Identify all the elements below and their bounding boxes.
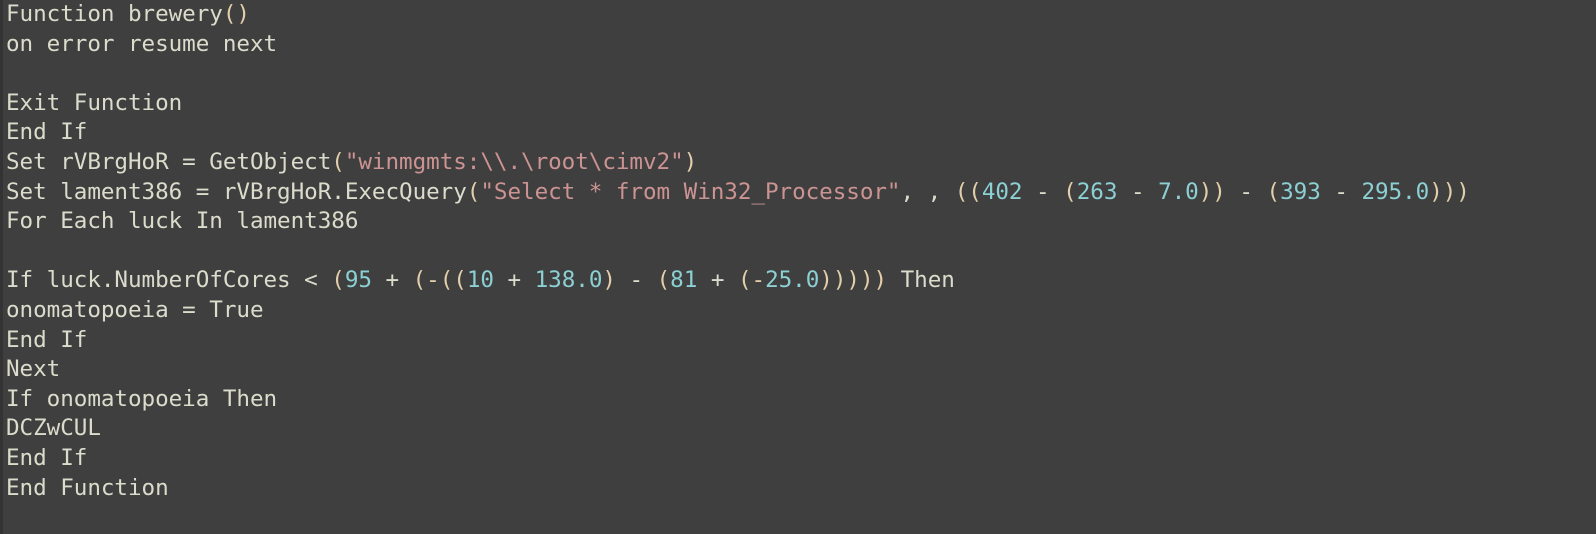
parenthesis: ( xyxy=(331,267,345,294)
code-line[interactable]: Exit Function xyxy=(6,89,1470,119)
code-text: If luck.NumberOfCores < xyxy=(6,267,332,294)
code-line[interactable]: Function brewery() xyxy=(6,0,1470,30)
code-text: End If xyxy=(6,444,88,471)
number-literal: 95 xyxy=(344,267,372,294)
code-text: For Each luck In lament386 xyxy=(6,208,359,235)
number-literal: 138.0 xyxy=(534,267,603,294)
code-text: on error resume next xyxy=(6,30,278,57)
parenthesis: (( xyxy=(954,178,982,205)
code-text: Set lament386 = rVBrgHoR.ExecQuery xyxy=(6,178,467,205)
number-literal: 81 xyxy=(670,267,698,294)
code-text: - xyxy=(1225,178,1267,205)
code-text: Function brewery xyxy=(6,1,223,27)
editor-left-border xyxy=(0,0,3,534)
code-line[interactable]: Set lament386 = rVBrgHoR.ExecQuery("Sele… xyxy=(6,178,1470,208)
code-text: + xyxy=(493,267,535,294)
code-text: If onomatopoeia Then xyxy=(6,385,278,412)
parenthesis: (-(( xyxy=(412,267,467,294)
parenthesis: ( xyxy=(466,178,481,205)
code-line[interactable]: For Each luck In lament386 xyxy=(6,207,1470,237)
code-editor[interactable]: Function brewery() on error resume next Ex… xyxy=(6,0,1470,503)
number-literal: 402 xyxy=(981,178,1023,205)
parenthesis: ))) xyxy=(1429,178,1470,205)
code-text: Next xyxy=(6,356,61,383)
code-text: - xyxy=(1022,178,1064,205)
code-line[interactable]: Set rVBrgHoR = GetObject("winmgmts:\\.\r… xyxy=(6,148,1470,178)
parenthesis: ) xyxy=(683,148,698,175)
number-literal: 10 xyxy=(466,267,494,294)
code-text: End Function xyxy=(6,474,169,501)
parenthesis: ( xyxy=(656,267,671,294)
number-literal: 393 xyxy=(1280,178,1321,205)
code-line[interactable]: Next xyxy=(6,355,1470,385)
code-text: End If xyxy=(6,326,88,353)
code-text: - xyxy=(1117,178,1159,205)
code-text: - xyxy=(615,267,657,294)
parenthesis: )) xyxy=(1198,178,1226,205)
code-line[interactable]: DCZwCUL xyxy=(6,414,1470,444)
code-line[interactable]: End If xyxy=(6,118,1470,148)
code-text: Then xyxy=(887,267,955,294)
code-line[interactable] xyxy=(6,59,1470,89)
code-line[interactable]: If luck.NumberOfCores < (95 + (-((10 + 1… xyxy=(6,266,1470,296)
number-literal: 263 xyxy=(1076,178,1118,205)
string-literal: "winmgmts:\\.\root\cimv2" xyxy=(344,148,684,175)
code-text: Exit Function xyxy=(6,89,183,116)
code-line[interactable] xyxy=(6,237,1470,267)
code-line[interactable]: on error resume next xyxy=(6,30,1470,60)
code-line[interactable]: End If xyxy=(6,444,1470,474)
code-text: onomatopoeia = True xyxy=(6,296,264,323)
parenthesis: ( xyxy=(1063,178,1077,205)
code-text: + xyxy=(697,267,738,294)
code-text: , , xyxy=(900,178,955,205)
parenthesis: (- xyxy=(737,267,766,294)
number-literal: 7.0 xyxy=(1158,178,1199,205)
parenthesis: ( xyxy=(1266,178,1281,205)
number-literal: 25.0 xyxy=(765,267,820,294)
code-line[interactable]: End Function xyxy=(6,474,1470,504)
code-text: End If xyxy=(6,119,88,146)
parenthesis: () xyxy=(222,1,250,27)
parenthesis: ))))) xyxy=(819,267,888,294)
code-text: - xyxy=(1320,178,1362,205)
code-text: DCZwCUL xyxy=(6,415,101,442)
code-text: Set rVBrgHoR = GetObject xyxy=(6,148,332,175)
code-text: + xyxy=(371,267,413,294)
string-literal: "Select * from Win32_Processor" xyxy=(480,178,901,205)
parenthesis: ) xyxy=(602,267,616,294)
code-line[interactable]: onomatopoeia = True xyxy=(6,296,1470,326)
number-literal: 295.0 xyxy=(1361,178,1430,205)
parenthesis: ( xyxy=(331,148,345,175)
code-line[interactable]: End If xyxy=(6,326,1470,356)
code-line[interactable]: If onomatopoeia Then xyxy=(6,385,1470,415)
